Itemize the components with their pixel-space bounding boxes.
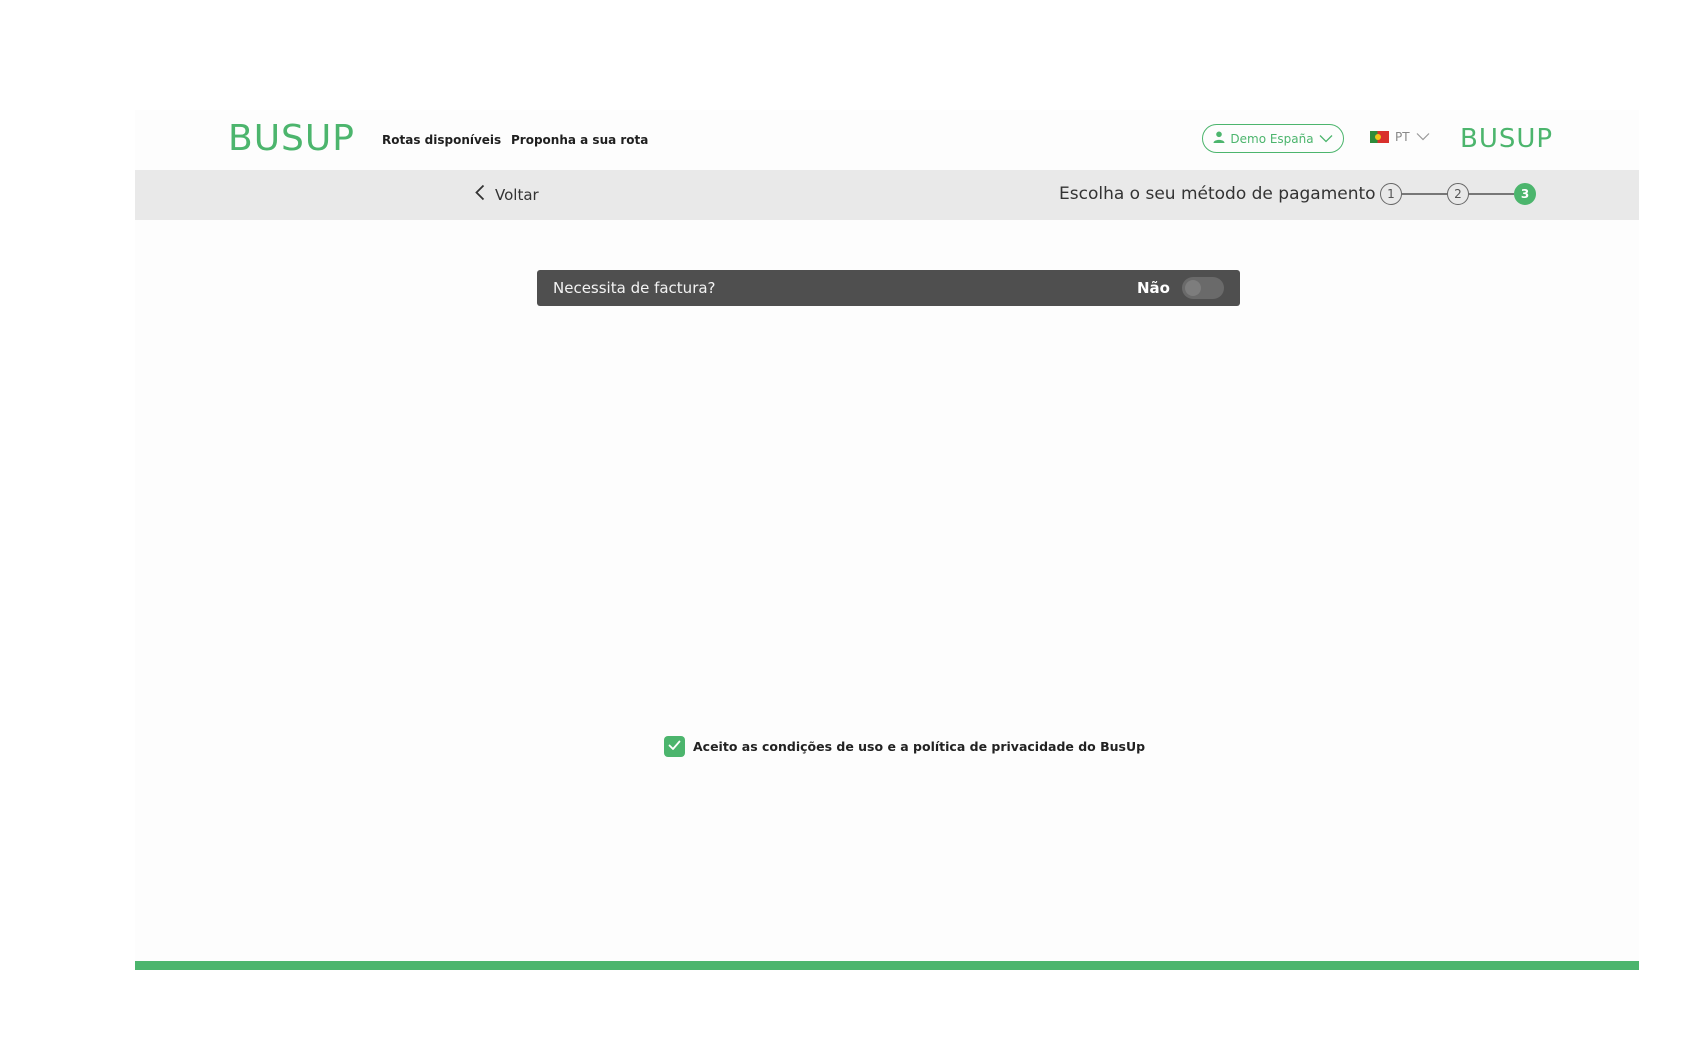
back-button[interactable]: Voltar — [475, 184, 539, 205]
user-menu-label: Demo España — [1230, 131, 1314, 146]
app-frame: BUSUP Rotas disponíveis Proponha a sua r… — [135, 110, 1639, 970]
toggle-knob — [1185, 280, 1201, 296]
nav-link-propose-route[interactable]: Proponha a sua rota — [511, 133, 648, 147]
terms-label[interactable]: Aceito as condições de uso e a política … — [693, 739, 1145, 754]
user-menu-button[interactable]: Demo España — [1202, 124, 1344, 153]
invoice-question-bar: Necessita de factura? Não — [537, 270, 1240, 306]
invoice-toggle-state-label: Não — [1137, 279, 1170, 297]
busup-logo-secondary: BUSUP — [1460, 124, 1554, 154]
bottom-accent-bar — [135, 961, 1639, 970]
terms-checkbox[interactable] — [664, 736, 685, 757]
step-connector — [1469, 193, 1514, 195]
step-1: 1 — [1380, 183, 1402, 205]
invoice-toggle[interactable] — [1182, 277, 1224, 299]
back-label: Voltar — [495, 185, 539, 204]
step-title: Escolha o seu método de pagamento — [1059, 184, 1376, 204]
language-selector[interactable]: PT — [1370, 130, 1430, 144]
invoice-question: Necessita de factura? — [553, 279, 716, 297]
checkout-step-bar: Voltar Escolha o seu método de pagamento… — [135, 170, 1639, 220]
checkmark-icon — [668, 739, 681, 754]
top-navigation: BUSUP Rotas disponíveis Proponha a sua r… — [135, 110, 1639, 170]
chevron-down-icon — [1416, 130, 1430, 144]
nav-link-available-routes[interactable]: Rotas disponíveis — [382, 133, 501, 147]
step-indicator: 1 2 3 — [1380, 183, 1536, 205]
step-connector — [1402, 193, 1447, 195]
flag-portugal-icon — [1370, 131, 1389, 143]
step-2: 2 — [1447, 183, 1469, 205]
language-label: PT — [1395, 130, 1410, 144]
step-3: 3 — [1514, 183, 1536, 205]
user-icon — [1213, 131, 1225, 146]
busup-logo[interactable]: BUSUP — [228, 118, 355, 159]
chevron-left-icon — [475, 184, 485, 205]
chevron-down-icon — [1319, 132, 1333, 146]
terms-acceptance: Aceito as condições de uso e a política … — [664, 736, 1145, 757]
